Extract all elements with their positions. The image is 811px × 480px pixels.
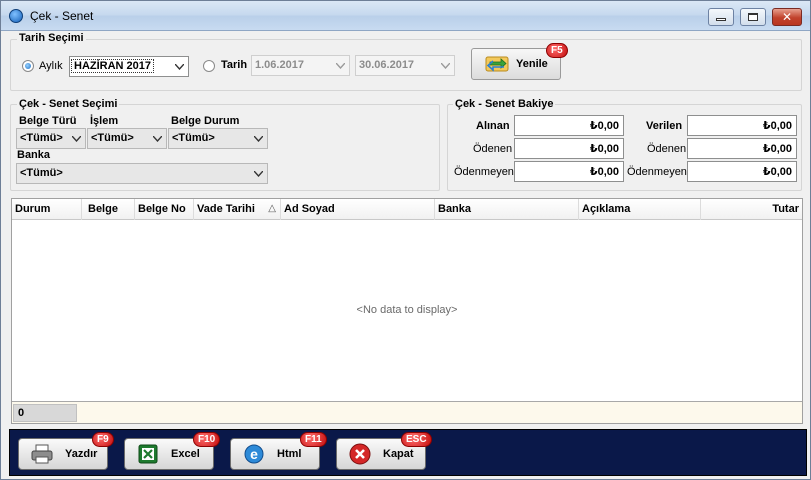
chevron-down-icon[interactable] <box>332 57 348 74</box>
date-range-label: Tarih <box>221 59 248 71</box>
chevron-down-icon[interactable] <box>250 165 266 182</box>
given-paid-label: Ödenen <box>647 143 687 155</box>
received-value: ₺0,00 <box>514 115 624 136</box>
html-shortcut-badge: F11 <box>300 432 327 447</box>
given-label: Verilen <box>646 120 683 132</box>
close-icon: ✕ <box>781 10 793 24</box>
operation-select[interactable]: <Tümü> <box>87 128 167 149</box>
bank-label: Banka <box>17 149 51 161</box>
balance-title: Çek - Senet Bakiye <box>453 98 556 110</box>
close-x-icon <box>349 443 371 465</box>
given-paid-value: ₺0,00 <box>687 138 797 159</box>
refresh-icon <box>485 56 509 72</box>
column-header-vade-tarihi[interactable]: Vade Tarihi △ <box>194 199 281 220</box>
date-range-radio[interactable] <box>203 60 215 72</box>
monthly-label: Aylık <box>39 60 63 72</box>
chevron-down-icon[interactable] <box>250 130 266 147</box>
column-header-aciklama[interactable]: Açıklama <box>579 199 701 220</box>
column-header-vade-tarihi-label: Vade Tarihi <box>197 203 255 215</box>
month-select[interactable]: HAZİRAN 2017 <box>69 56 189 77</box>
column-header-banka[interactable]: Banka <box>435 199 579 220</box>
chevron-down-icon[interactable] <box>171 58 187 75</box>
date-to-value: 30.06.2017 <box>359 59 415 71</box>
sort-ascending-icon: △ <box>268 203 276 214</box>
refresh-shortcut-badge: F5 <box>546 43 568 58</box>
print-shortcut-badge: F9 <box>92 432 114 447</box>
received-paid-label: Ödenen <box>473 143 513 155</box>
received-label: Alınan <box>476 120 510 132</box>
doc-type-label: Belge Türü <box>19 115 77 127</box>
month-select-value: HAZİRAN 2017 <box>70 59 155 73</box>
html-label: Html <box>277 448 302 460</box>
received-unpaid-label: Ödenmeyen <box>454 166 514 178</box>
given-value: ₺0,00 <box>687 115 797 136</box>
maximize-button[interactable] <box>740 8 766 26</box>
minimize-icon <box>716 18 726 21</box>
action-bar: Yazdır F9 Excel F10 e Html F11 Kapat ESC <box>9 429 807 476</box>
internet-explorer-icon: e <box>243 443 265 465</box>
doc-type-select[interactable]: <Tümü> <box>16 128 86 149</box>
date-from-value: 1.06.2017 <box>255 59 304 71</box>
close-shortcut-badge: ESC <box>401 432 432 447</box>
minimize-button[interactable] <box>708 8 734 26</box>
grid-header: Durum Belge Belge No Vade Tarihi △ Ad So… <box>12 199 802 220</box>
excel-label: Excel <box>171 448 200 460</box>
doc-status-value: <Tümü> <box>172 132 215 144</box>
doc-type-value: <Tümü> <box>20 132 63 144</box>
app-icon <box>9 9 23 23</box>
bank-value: <Tümü> <box>20 167 63 179</box>
received-paid-value: ₺0,00 <box>514 138 624 159</box>
title-bar[interactable]: Çek - Senet ✕ <box>1 1 810 31</box>
cheque-grid[interactable]: Durum Belge Belge No Vade Tarihi △ Ad So… <box>11 198 803 424</box>
doc-status-label: Belge Durum <box>171 115 240 127</box>
close-window-button[interactable]: ✕ <box>772 8 802 26</box>
column-header-durum[interactable]: Durum <box>12 199 82 220</box>
print-label: Yazdır <box>65 448 98 460</box>
refresh-label: Yenile <box>516 58 548 70</box>
grid-footer: 0 <box>12 401 802 423</box>
selection-title: Çek - Senet Seçimi <box>17 98 120 110</box>
window-title: Çek - Senet <box>30 9 94 23</box>
doc-status-select[interactable]: <Tümü> <box>168 128 268 149</box>
given-unpaid-label: Ödenmeyen <box>627 166 687 178</box>
received-unpaid-value: ₺0,00 <box>514 161 624 182</box>
record-count: 0 <box>13 404 77 422</box>
monthly-radio[interactable] <box>22 60 34 72</box>
column-header-tutar[interactable]: Tutar <box>701 199 802 220</box>
maximize-icon <box>748 13 758 21</box>
chevron-down-icon[interactable] <box>149 130 165 147</box>
operation-label: İşlem <box>90 115 119 127</box>
operation-value: <Tümü> <box>91 132 134 144</box>
excel-icon <box>137 443 159 465</box>
chevron-down-icon[interactable] <box>437 57 453 74</box>
given-unpaid-value: ₺0,00 <box>687 161 797 182</box>
column-header-belge[interactable]: Belge <box>82 199 135 220</box>
column-header-ad-soyad[interactable]: Ad Soyad <box>281 199 435 220</box>
chevron-down-icon[interactable] <box>68 130 84 147</box>
date-to-picker[interactable]: 30.06.2017 <box>355 55 455 76</box>
empty-grid-message: <No data to display> <box>356 304 458 316</box>
cek-senet-window: Çek - Senet ✕ Tarih Seçimi Aylık HAZİRAN… <box>0 0 811 480</box>
close-label: Kapat <box>383 448 414 460</box>
date-selection-title: Tarih Seçimi <box>17 32 86 44</box>
bank-select[interactable]: <Tümü> <box>16 163 268 184</box>
column-header-belge-no[interactable]: Belge No <box>135 199 194 220</box>
excel-shortcut-badge: F10 <box>193 432 221 447</box>
date-from-picker[interactable]: 1.06.2017 <box>251 55 350 76</box>
svg-text:e: e <box>250 446 258 462</box>
printer-icon <box>31 443 53 465</box>
